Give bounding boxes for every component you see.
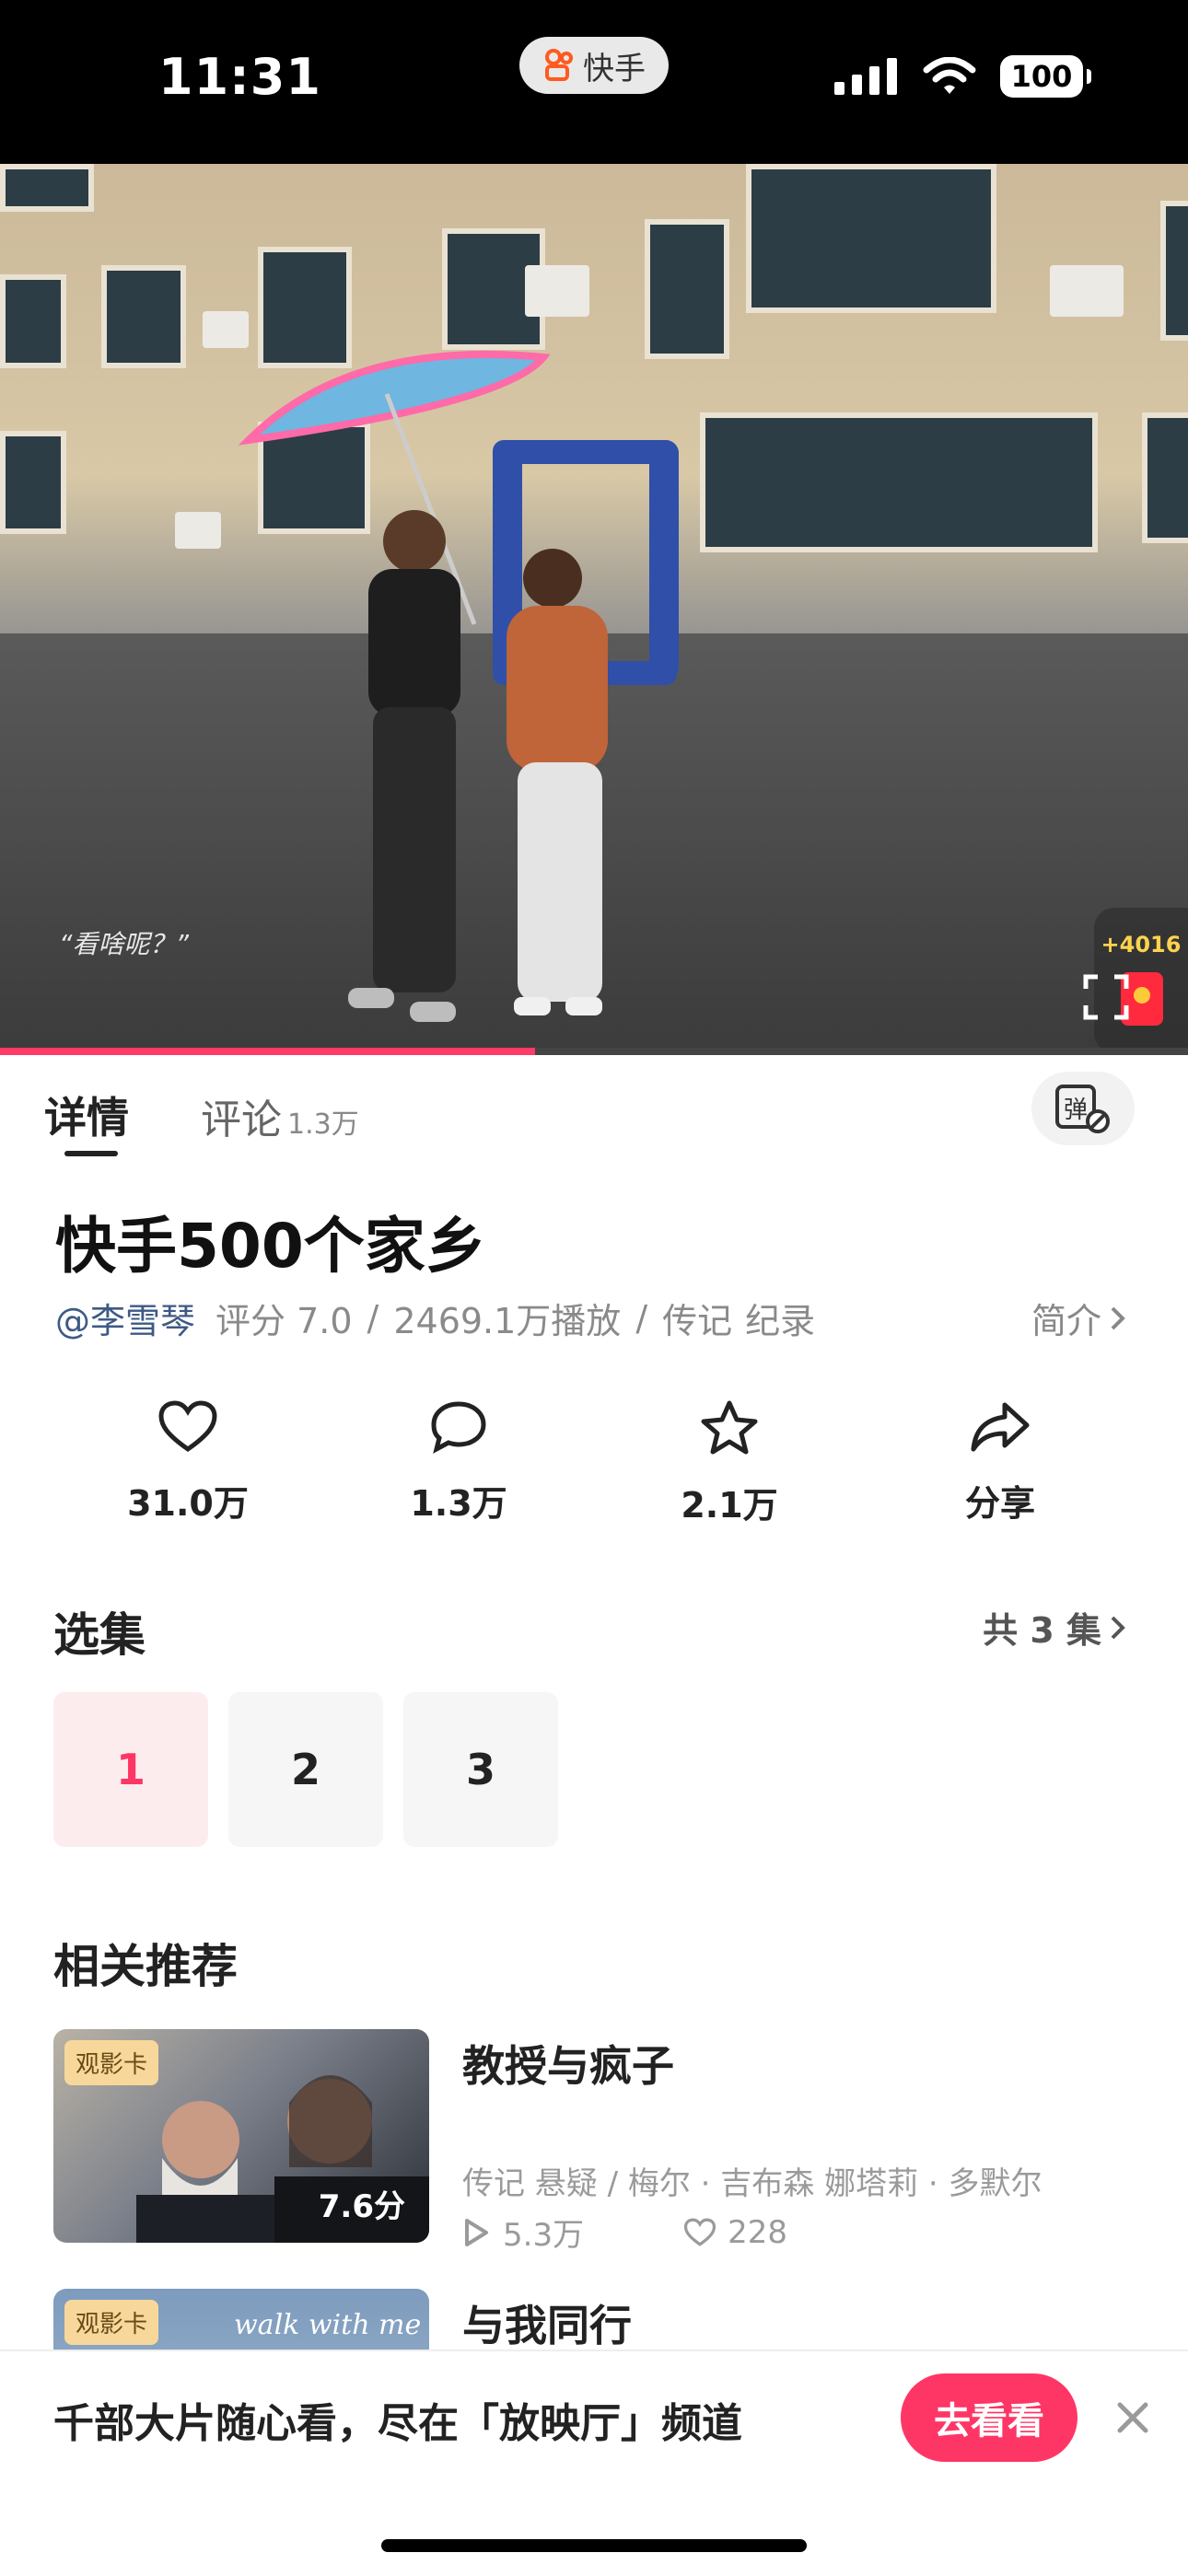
play-count: 5.3万: [503, 2217, 585, 2254]
like-count: 31.0万: [127, 1483, 249, 1524]
kuaishou-logo-icon: [545, 49, 573, 81]
comment-count: 1.3万: [410, 1483, 507, 1524]
video-subtitle: “看啥呢？”: [59, 929, 190, 959]
recommendation-title: 与我同行: [462, 2301, 632, 2350]
meta-separator: /: [367, 1297, 379, 1339]
reward-count: +4016: [1101, 932, 1182, 957]
genre-tag: 传记: [662, 1301, 733, 1341]
home-indicator[interactable]: [381, 2539, 807, 2552]
close-icon[interactable]: [1111, 2396, 1155, 2440]
danmaku-glyph: 弹: [1064, 1097, 1088, 1124]
promo-banner-text: 千部大片随心看，尽在「放映厅」频道: [53, 2400, 742, 2447]
video-progress-fill: [0, 1048, 535, 1055]
tab-comments[interactable]: 评论 1.3万: [201, 1086, 359, 1145]
recommendation-meta: 传记 悬疑 / 梅尔 · 吉布森 娜塔莉 · 多默尔: [462, 2165, 1042, 2202]
signal-icon: [834, 58, 897, 95]
chevron-right-icon: [1111, 1306, 1125, 1329]
app-indicator-pill[interactable]: 快手: [519, 37, 669, 94]
meta-separator: /: [635, 1297, 648, 1339]
fullscreen-icon[interactable]: [1083, 974, 1129, 1020]
show-meta: @李雪琴 评分 7.0 / 2469.1万播放 / 传记 纪录: [55, 1293, 828, 1343]
video-progress-bar[interactable]: [0, 1048, 1188, 1055]
share-label: 分享: [964, 1483, 1035, 1524]
share-button[interactable]: 分享: [908, 1399, 1092, 1526]
status-bar: 11:31 快手 100: [0, 0, 1188, 164]
status-icons: 100: [834, 55, 1091, 98]
star-icon: [701, 1400, 758, 1455]
show-title: 快手500个家乡: [55, 1211, 486, 1282]
tab-detail[interactable]: 详情: [44, 1085, 129, 1145]
episode-button[interactable]: 1: [53, 1692, 208, 1847]
play-icon: [465, 2218, 488, 2246]
recommendation-stats: 5.3万 228: [462, 2210, 787, 2255]
battery-level: 100: [1010, 59, 1073, 94]
episodes-total-label: 共 3 集: [983, 1610, 1101, 1651]
episodes-title: 选集: [53, 1608, 146, 1662]
recommendations-title: 相关推荐: [53, 1940, 238, 1993]
episodes-total-link[interactable]: 共 3 集: [983, 1602, 1127, 1653]
danmaku-off-icon: 弹: [1055, 1085, 1110, 1133]
action-bar: 31.0万 1.3万 2.1万 分享: [0, 1399, 1188, 1537]
heart-icon: [684, 2218, 716, 2246]
app-pill-label: 快手: [583, 50, 646, 87]
tab-comments-label: 评论: [201, 1097, 282, 1143]
promo-go-button[interactable]: 去看看: [901, 2373, 1077, 2462]
favorite-button[interactable]: 2.1万: [637, 1399, 821, 1527]
tab-comments-count: 1.3万: [287, 1108, 359, 1141]
author-link[interactable]: @李雪琴: [55, 1293, 195, 1343]
status-time: 11:31: [158, 48, 321, 106]
favorite-count: 2.1万: [681, 1485, 778, 1526]
wifi-icon: [923, 57, 976, 94]
comment-icon: [431, 1401, 486, 1454]
heart-icon: [158, 1400, 217, 1453]
poster-title: walk with me: [234, 2309, 422, 2341]
show-rating: 评分 7.0: [215, 1301, 353, 1341]
ticket-badge: 观影卡: [64, 2040, 159, 2085]
detail-tabs: 详情 评论 1.3万 弹: [0, 1055, 1188, 1166]
episode-button[interactable]: 3: [403, 1692, 558, 1847]
intro-link[interactable]: 简介: [1031, 1293, 1127, 1343]
tab-active-indicator: [64, 1151, 118, 1156]
share-icon: [971, 1402, 1030, 1452]
intro-label: 简介: [1031, 1301, 1101, 1341]
recommendation-thumbnail: 观影卡 7.6分: [53, 2029, 429, 2243]
rating-score: 7.6分: [318, 2188, 405, 2225]
chevron-right-icon: [1111, 1616, 1125, 1639]
danmaku-toggle-button[interactable]: 弹: [1031, 1072, 1135, 1145]
genre-tag: 纪录: [745, 1301, 816, 1341]
video-player[interactable]: “看啥呢？” +4016: [0, 164, 1188, 1055]
episode-button[interactable]: 2: [228, 1692, 383, 1847]
recommendation-item[interactable]: 观影卡 walk with me 与我同行: [53, 2289, 1140, 2502]
recommendation-item[interactable]: 观影卡 7.6分 教授与疯子 传记 悬疑 / 梅尔 · 吉布森 娜塔莉 · 多默…: [53, 2029, 1140, 2254]
show-plays: 2469.1万播放: [393, 1301, 622, 1341]
episode-list: 1 2 3: [53, 1692, 558, 1847]
video-scene-people: [238, 350, 679, 1022]
like-button[interactable]: 31.0万: [96, 1399, 280, 1526]
ticket-badge: 观影卡: [64, 2300, 159, 2345]
like-count: 228: [728, 2213, 787, 2251]
recommendation-title: 教授与疯子: [462, 2041, 674, 2091]
comment-button[interactable]: 1.3万: [367, 1399, 551, 1526]
battery-icon: 100: [1000, 55, 1091, 98]
